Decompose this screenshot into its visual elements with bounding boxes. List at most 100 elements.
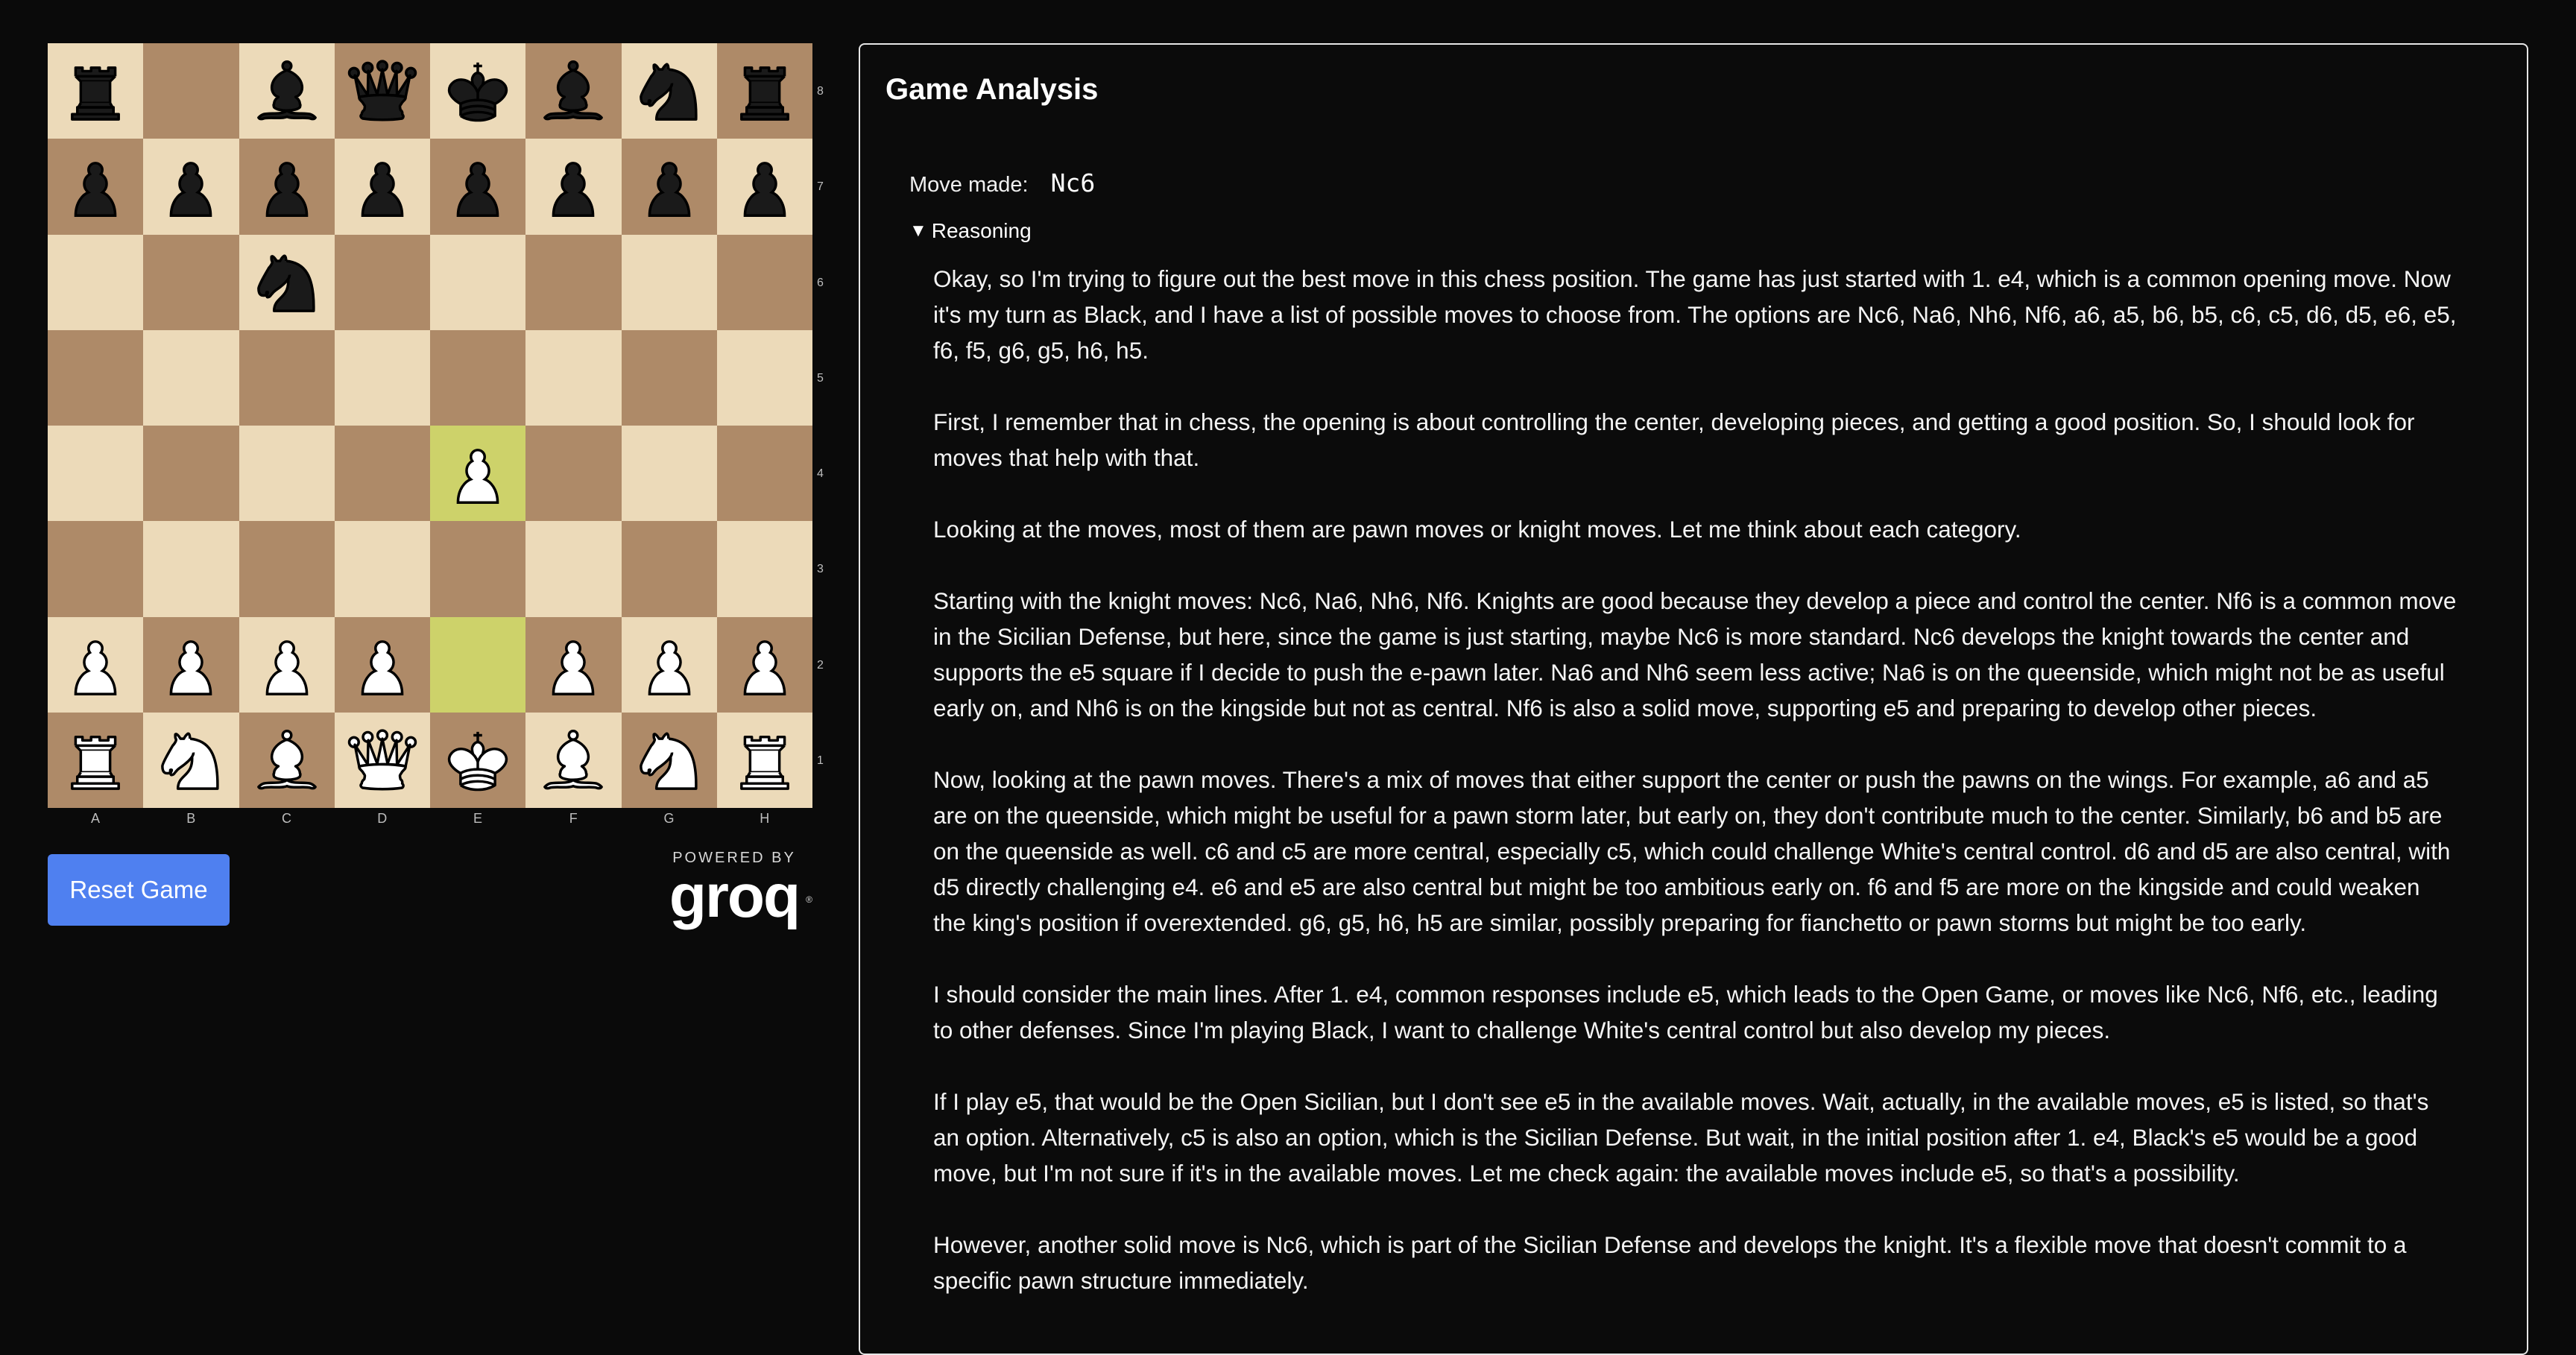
- chessboard[interactable]: [48, 43, 812, 808]
- square-f1[interactable]: [525, 712, 622, 808]
- black-pawn-icon[interactable]: [57, 148, 134, 225]
- square-c6[interactable]: [239, 234, 335, 330]
- black-bishop-icon[interactable]: [248, 52, 326, 130]
- square-c4[interactable]: [239, 426, 335, 522]
- square-d8[interactable]: [334, 43, 430, 139]
- white-king-icon[interactable]: [439, 721, 517, 799]
- black-bishop-icon[interactable]: [534, 52, 612, 130]
- black-rook-icon[interactable]: [57, 52, 134, 130]
- square-a8[interactable]: [48, 43, 144, 139]
- square-f2[interactable]: [525, 616, 622, 713]
- square-e5[interactable]: [430, 329, 526, 426]
- square-g5[interactable]: [621, 329, 717, 426]
- square-e2[interactable]: [430, 616, 526, 713]
- white-pawn-icon[interactable]: [248, 626, 326, 704]
- square-b8[interactable]: [143, 43, 239, 139]
- square-a1[interactable]: [48, 712, 144, 808]
- square-h3[interactable]: [716, 521, 812, 617]
- reset-game-button[interactable]: Reset Game: [48, 854, 230, 926]
- square-a5[interactable]: [48, 329, 144, 426]
- square-e7[interactable]: [430, 139, 526, 235]
- square-e8[interactable]: [430, 43, 526, 139]
- white-pawn-icon[interactable]: [344, 626, 421, 704]
- black-queen-icon[interactable]: [344, 52, 421, 130]
- square-d7[interactable]: [334, 139, 430, 235]
- square-e6[interactable]: [430, 234, 526, 330]
- square-g3[interactable]: [621, 521, 717, 617]
- white-pawn-icon[interactable]: [726, 626, 804, 704]
- black-pawn-icon[interactable]: [152, 148, 230, 225]
- square-g7[interactable]: [621, 139, 717, 235]
- square-d6[interactable]: [334, 234, 430, 330]
- black-pawn-icon[interactable]: [726, 148, 804, 225]
- square-a6[interactable]: [48, 234, 144, 330]
- square-g4[interactable]: [621, 426, 717, 522]
- square-d3[interactable]: [334, 521, 430, 617]
- square-b1[interactable]: [143, 712, 239, 808]
- square-c3[interactable]: [239, 521, 335, 617]
- square-f4[interactable]: [525, 426, 622, 522]
- black-knight-icon[interactable]: [248, 244, 326, 321]
- square-c1[interactable]: [239, 712, 335, 808]
- square-a3[interactable]: [48, 521, 144, 617]
- square-a2[interactable]: [48, 616, 144, 713]
- file-label-f: F: [569, 811, 578, 826]
- black-rook-icon[interactable]: [726, 52, 804, 130]
- square-d1[interactable]: [334, 712, 430, 808]
- square-b5[interactable]: [143, 329, 239, 426]
- square-a4[interactable]: [48, 426, 144, 522]
- square-h2[interactable]: [716, 616, 812, 713]
- square-f6[interactable]: [525, 234, 622, 330]
- square-f8[interactable]: [525, 43, 622, 139]
- square-h7[interactable]: [716, 139, 812, 235]
- white-pawn-icon[interactable]: [439, 435, 517, 512]
- square-b6[interactable]: [143, 234, 239, 330]
- white-pawn-icon[interactable]: [631, 626, 708, 704]
- square-c2[interactable]: [239, 616, 335, 713]
- square-f7[interactable]: [525, 139, 622, 235]
- black-king-icon[interactable]: [439, 52, 517, 130]
- white-rook-icon[interactable]: [57, 721, 134, 799]
- white-knight-icon[interactable]: [152, 721, 230, 799]
- square-a7[interactable]: [48, 139, 144, 235]
- square-e1[interactable]: [430, 712, 526, 808]
- square-d5[interactable]: [334, 329, 430, 426]
- white-pawn-icon[interactable]: [57, 626, 134, 704]
- white-bishop-icon[interactable]: [534, 721, 612, 799]
- square-b4[interactable]: [143, 426, 239, 522]
- white-queen-icon[interactable]: [344, 721, 421, 799]
- white-bishop-icon[interactable]: [248, 721, 326, 799]
- white-rook-icon[interactable]: [726, 721, 804, 799]
- square-e3[interactable]: [430, 521, 526, 617]
- square-h1[interactable]: [716, 712, 812, 808]
- black-pawn-icon[interactable]: [534, 148, 612, 225]
- square-c8[interactable]: [239, 43, 335, 139]
- square-g2[interactable]: [621, 616, 717, 713]
- square-b2[interactable]: [143, 616, 239, 713]
- reasoning-toggle[interactable]: ▼ Reasoning: [909, 219, 1032, 243]
- square-b7[interactable]: [143, 139, 239, 235]
- square-h6[interactable]: [716, 234, 812, 330]
- black-pawn-icon[interactable]: [631, 148, 708, 225]
- square-c5[interactable]: [239, 329, 335, 426]
- square-f5[interactable]: [525, 329, 622, 426]
- square-b3[interactable]: [143, 521, 239, 617]
- white-pawn-icon[interactable]: [534, 626, 612, 704]
- white-knight-icon[interactable]: [631, 721, 708, 799]
- square-e4[interactable]: [430, 426, 526, 522]
- black-knight-icon[interactable]: [631, 52, 708, 130]
- square-h4[interactable]: [716, 426, 812, 522]
- square-g1[interactable]: [621, 712, 717, 808]
- square-d4[interactable]: [334, 426, 430, 522]
- square-d2[interactable]: [334, 616, 430, 713]
- square-h5[interactable]: [716, 329, 812, 426]
- square-g6[interactable]: [621, 234, 717, 330]
- black-pawn-icon[interactable]: [344, 148, 421, 225]
- square-g8[interactable]: [621, 43, 717, 139]
- square-c7[interactable]: [239, 139, 335, 235]
- black-pawn-icon[interactable]: [439, 148, 517, 225]
- square-h8[interactable]: [716, 43, 812, 139]
- white-pawn-icon[interactable]: [152, 626, 230, 704]
- square-f3[interactable]: [525, 521, 622, 617]
- black-pawn-icon[interactable]: [248, 148, 326, 225]
